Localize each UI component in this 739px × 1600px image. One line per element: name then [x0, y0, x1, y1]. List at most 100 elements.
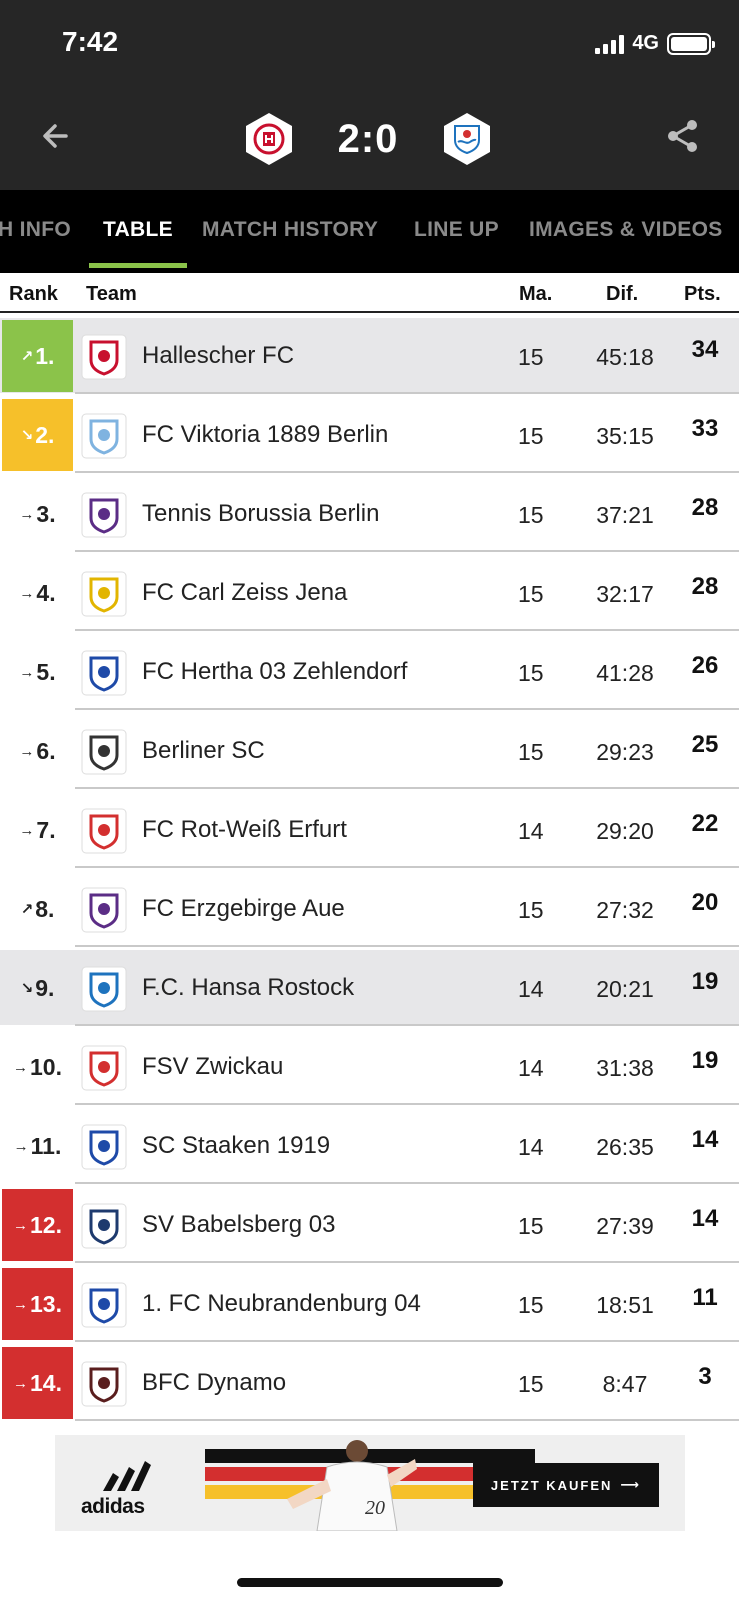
tab-match-info[interactable]: H INFO [0, 218, 71, 242]
team-crest-icon [81, 1045, 127, 1091]
team-name[interactable]: 1. FC Neubrandenburg 04 [142, 1290, 421, 1318]
arrow-right-icon: ⟶ [620, 1477, 642, 1492]
goal-difference: 41:28 [596, 660, 654, 686]
matches-played: 14 [518, 1134, 544, 1160]
table-row[interactable]: ↗ 8. FC Erzgebirge Aue 15 27:32 20 [0, 871, 739, 950]
back-arrow-icon[interactable] [34, 114, 78, 158]
team-name[interactable]: Tennis Borussia Berlin [142, 500, 379, 528]
table-row[interactable]: → 14. BFC Dynamo 15 8:47 3 [0, 1345, 739, 1424]
trend-same-icon: → [13, 1216, 28, 1234]
tab-match-history[interactable]: MATCH HISTORY [202, 218, 378, 242]
team-name[interactable]: SC Staaken 1919 [142, 1132, 330, 1160]
trend-same-icon: → [19, 505, 35, 523]
points: 26 [691, 652, 719, 679]
team-name[interactable]: FC Hertha 03 Zehlendorf [142, 658, 407, 686]
matches-played: 14 [518, 976, 544, 1002]
ad-brand-name: adidas [81, 1495, 145, 1518]
goal-difference: 29:23 [596, 739, 654, 765]
matches-played: 15 [518, 897, 544, 923]
table-row[interactable]: → 10. FSV Zwickau 14 31:38 19 [0, 1029, 739, 1108]
rank-cell: ↗ 8. [2, 873, 73, 945]
team-name[interactable]: FC Viktoria 1889 Berlin [142, 421, 388, 449]
buy-now-label: JETZT KAUFEN [490, 1477, 613, 1493]
rank-cell: ↗ 1. [2, 320, 73, 392]
team-name[interactable]: SV Babelsberg 03 [142, 1211, 335, 1239]
team-name[interactable]: BFC Dynamo [142, 1369, 286, 1397]
team-name[interactable]: F.C. Hansa Rostock [142, 974, 354, 1002]
table-row[interactable]: → 11. SC Staaken 1919 14 26:35 14 [0, 1108, 739, 1187]
rank-cell: → 7. [2, 794, 73, 866]
matches-played: 15 [518, 1371, 544, 1397]
rank-value: 2. [35, 421, 55, 448]
goal-difference: 37:21 [596, 502, 654, 528]
row-divider [75, 1182, 739, 1184]
points: 25 [691, 731, 719, 758]
goal-difference: 31:38 [596, 1055, 654, 1081]
trend-up-icon: ↗ [20, 348, 34, 365]
goal-difference: 20:21 [596, 976, 654, 1002]
trend-up-icon: ↗ [20, 901, 34, 918]
team-crest-icon [81, 571, 127, 617]
matches-played: 15 [518, 1292, 544, 1318]
goal-difference: 45:18 [596, 344, 654, 370]
team-crest-icon [81, 966, 127, 1012]
away-team-crest-icon[interactable] [444, 113, 490, 165]
matches-played: 15 [518, 1213, 544, 1239]
home-indicator[interactable] [237, 1578, 503, 1587]
trend-same-icon: → [19, 663, 35, 681]
rank-value: 10. [30, 1053, 62, 1080]
goal-difference: 27:39 [596, 1213, 654, 1239]
home-team-crest-icon[interactable] [246, 113, 292, 165]
tab-table[interactable]: TABLE [103, 218, 173, 242]
team-name[interactable]: FSV Zwickau [142, 1053, 283, 1081]
buy-now-button[interactable]: JETZT KAUFEN ⟶ [473, 1463, 659, 1507]
matches-played: 14 [518, 818, 544, 844]
ad-jersey-number: 20 [365, 1497, 385, 1519]
row-divider [75, 787, 739, 789]
rank-cell: → 14. [2, 1347, 73, 1419]
table-row[interactable]: → 5. FC Hertha 03 Zehlendorf 15 41:28 26 [0, 634, 739, 713]
table-row[interactable]: → 7. FC Rot-Weiß Erfurt 14 29:20 22 [0, 792, 739, 871]
rank-value: 12. [30, 1211, 62, 1238]
match-header: 7:42 4G 2:0 [0, 0, 739, 190]
table-row[interactable]: → 3. Tennis Borussia Berlin 15 37:21 28 [0, 476, 739, 555]
row-divider [75, 1261, 739, 1263]
col-rank: Rank [9, 283, 58, 305]
points: 14 [691, 1126, 719, 1153]
table-row[interactable]: → 13. 1. FC Neubrandenburg 04 15 18:51 1… [0, 1266, 739, 1345]
rank-cell: → 5. [2, 636, 73, 708]
rank-cell: ↘ 2. [2, 399, 73, 471]
signal-icon [595, 34, 625, 54]
rank-value: 1. [35, 342, 55, 369]
table-row[interactable]: ↗ 1. Hallescher FC 15 45:18 34 [0, 318, 739, 397]
team-name[interactable]: FC Carl Zeiss Jena [142, 579, 347, 607]
rank-cell: → 6. [2, 715, 73, 787]
row-divider [75, 708, 739, 710]
status-icons: 4G [595, 32, 715, 55]
rank-cell: → 12. [2, 1189, 73, 1261]
ad-banner[interactable]: 20 adidas JETZT KAUFEN ⟶ [55, 1435, 685, 1531]
goal-difference: 32:17 [596, 581, 654, 607]
team-name[interactable]: FC Rot-Weiß Erfurt [142, 816, 347, 844]
share-icon[interactable] [661, 114, 705, 158]
table-row[interactable]: ↘ 2. FC Viktoria 1889 Berlin 15 35:15 33 [0, 397, 739, 476]
matches-played: 15 [518, 344, 544, 370]
tab-images-videos[interactable]: IMAGES & VIDEOS [529, 218, 723, 242]
matches-played: 15 [518, 581, 544, 607]
team-crest-icon [81, 1124, 127, 1170]
team-name[interactable]: Hallescher FC [142, 342, 294, 370]
trend-same-icon: → [13, 1058, 28, 1076]
team-name[interactable]: Berliner SC [142, 737, 265, 765]
tab-line-up[interactable]: LINE UP [414, 218, 499, 242]
table-row[interactable]: → 6. Berliner SC 15 29:23 25 [0, 713, 739, 792]
team-name[interactable]: FC Erzgebirge Aue [142, 895, 345, 923]
rank-cell: → 13. [2, 1268, 73, 1340]
rank-value: 7. [36, 816, 56, 843]
matches-played: 15 [518, 423, 544, 449]
table-row[interactable]: ↘ 9. F.C. Hansa Rostock 14 20:21 19 [0, 950, 739, 1029]
goal-difference: 26:35 [596, 1134, 654, 1160]
trend-same-icon: → [19, 742, 35, 760]
table-row[interactable]: → 4. FC Carl Zeiss Jena 15 32:17 28 [0, 555, 739, 634]
battery-icon [667, 32, 715, 55]
table-row[interactable]: → 12. SV Babelsberg 03 15 27:39 14 [0, 1187, 739, 1266]
